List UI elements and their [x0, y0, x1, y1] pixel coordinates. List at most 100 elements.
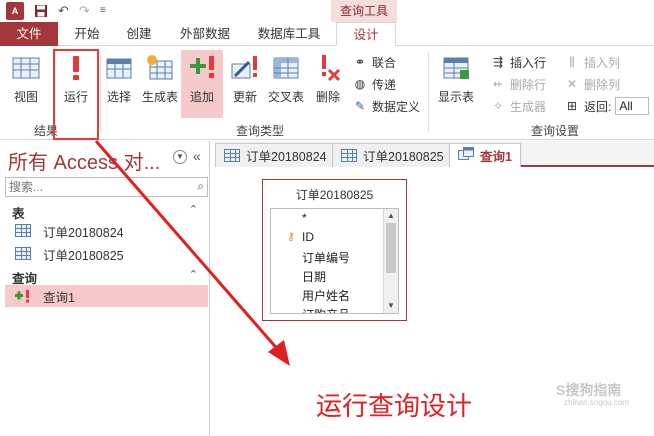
append-button-overlay[interactable]: 追加 [182, 50, 222, 116]
doc-tab-label: 订单20180825 [363, 150, 444, 164]
field-name: ID [302, 230, 314, 244]
delete-columns-icon: ✕ [566, 77, 578, 91]
delete-x-icon [312, 52, 344, 84]
nav-pane-header: 所有 Access 对... ▼ « [0, 141, 210, 175]
field-list-window[interactable]: 订单20180825 * ⚷ ID 订单编号 日期 用户姓名 订购产品 ▲ ▼ [262, 179, 407, 321]
update-pencil-icon [229, 52, 261, 84]
redo-icon[interactable]: ↷ [79, 2, 90, 20]
query-tools-context-label: 查询工具 [331, 0, 397, 22]
collapse-section-icon[interactable]: ⌃ [189, 268, 198, 281]
doc-tab-table[interactable]: 订单20180824 [215, 143, 336, 167]
insert-rows-icon: ⇶ [492, 55, 504, 69]
field-row[interactable]: 用户姓名 [271, 285, 383, 304]
nav-item-query[interactable]: 查询1 [5, 285, 208, 307]
field-row[interactable]: ⚷ ID [271, 228, 383, 247]
insert-columns-label: 插入列 [584, 55, 621, 70]
nav-search-box: ⌕ [5, 177, 208, 197]
append-plus-icon [186, 52, 218, 84]
tab-database-tools[interactable]: 数据库工具 [248, 22, 330, 46]
delete-rows-button[interactable]: ⇷ 删除行 [490, 74, 546, 94]
delete-rows-icon: ⇷ [492, 77, 504, 91]
crosstab-button[interactable]: 交叉表 [266, 50, 306, 116]
return-control: ⊞ 返回: All [564, 96, 650, 116]
collapse-pane-icon[interactable]: « [193, 148, 201, 164]
scroll-down-icon[interactable]: ▼ [386, 301, 396, 310]
tab-home[interactable]: 开始 [62, 22, 112, 46]
tab-design[interactable]: 设计 [336, 22, 396, 46]
sogou-watermark: S搜狗指南 zhinan.sogou.com [556, 380, 654, 410]
tab-file[interactable]: 文件 [0, 22, 58, 46]
doc-tab-label: 订单20180824 [246, 150, 327, 164]
show-table-label: 显示表 [437, 90, 474, 104]
field-list-scrollbar[interactable]: ▲ ▼ [383, 209, 398, 313]
nav-item-table[interactable]: 订单20180824 [5, 220, 208, 242]
return-label: 返回: [584, 99, 612, 114]
doc-tab-table[interactable]: 订单20180825 [332, 143, 453, 167]
nav-section-tables[interactable]: 表 ⌃ [0, 201, 210, 221]
select-query-icon [103, 52, 135, 84]
nav-section-queries[interactable]: 查询 ⌃ [0, 266, 210, 286]
undo-icon[interactable]: ↶ [58, 2, 69, 20]
query-type-group-label: 查询类型 [235, 124, 284, 138]
crosstab-label: 交叉表 [267, 90, 304, 104]
nav-item-label: 订单20180825 [43, 248, 124, 263]
nav-pane-title[interactable]: 所有 Access 对... [8, 146, 160, 175]
scroll-up-icon[interactable]: ▲ [386, 211, 396, 220]
view-label: 视图 [13, 90, 38, 104]
make-table-button[interactable]: 生成表 [140, 50, 180, 116]
union-button[interactable]: ⚭ 联合 [352, 52, 396, 72]
delete-label: 删除 [315, 90, 340, 104]
table-icon [15, 247, 31, 260]
document-tab-strip: 订单20180824 订单20180825 查询1 [215, 141, 654, 167]
ribbon-tab-row: 文件 开始 创建 外部数据 数据库工具 设计 [0, 22, 654, 46]
field-row[interactable]: 日期 [271, 266, 383, 285]
navigation-pane: 所有 Access 对... ▼ « ⌕ 表 ⌃ 订单20180824 订单20… [0, 141, 210, 436]
watermark-main-text: S搜狗指南 [556, 382, 622, 398]
annotation-caption: 运行查询设计 [316, 392, 473, 422]
watermark-sub-text: zhinan.sogou.com [564, 398, 629, 407]
show-table-button[interactable]: 显示表 [436, 50, 476, 116]
field-row[interactable]: 订单编号 [271, 247, 383, 266]
table-icon [224, 149, 240, 162]
data-definition-button[interactable]: ✎ 数据定义 [352, 96, 420, 116]
delete-query-button[interactable]: 删除 [308, 50, 348, 116]
field-name: 订购产品 [302, 306, 350, 313]
return-value-select[interactable]: All [615, 97, 650, 115]
crosstab-icon [270, 52, 302, 84]
customize-qat-icon[interactable]: ≡ [100, 2, 106, 20]
field-list-box: * ⚷ ID 订单编号 日期 用户姓名 订购产品 ▲ ▼ [270, 208, 399, 314]
data-definition-label: 数据定义 [372, 99, 421, 114]
nav-search-input[interactable] [6, 178, 186, 196]
field-name: 订单编号 [302, 251, 351, 265]
field-list-title: 订单20180825 [295, 188, 374, 202]
search-icon[interactable]: ⌕ [197, 179, 204, 194]
field-row[interactable]: * [271, 209, 383, 228]
chevron-down-icon[interactable]: ▼ [173, 150, 187, 164]
access-app-icon[interactable]: A [6, 2, 24, 20]
insert-rows-button[interactable]: ⇶ 插入行 [490, 52, 546, 72]
make-table-icon [144, 52, 176, 84]
delete-columns-button[interactable]: ✕ 删除列 [564, 74, 620, 94]
globe-icon: ◍ [354, 77, 366, 91]
nav-item-label: 订单20180824 [43, 225, 124, 240]
builder-button[interactable]: ✧ 生成器 [490, 96, 546, 116]
tab-external-data[interactable]: 外部数据 [170, 22, 240, 46]
field-row[interactable]: 订购产品 [271, 304, 383, 313]
query-setup-group-label: 查询设置 [530, 124, 579, 138]
title-bar: A ↶ ↷ ≡ 查询工具 [0, 0, 654, 22]
tab-create[interactable]: 创建 [114, 22, 164, 46]
nav-item-table[interactable]: 订单20180825 [5, 243, 208, 265]
field-name: 日期 [302, 270, 327, 284]
collapse-section-icon[interactable]: ⌃ [189, 203, 198, 216]
passthrough-button[interactable]: ◍ 传递 [352, 74, 396, 94]
scroll-thumb[interactable] [386, 223, 396, 273]
view-button[interactable]: 视图 [6, 50, 46, 116]
update-button[interactable]: 更新 [225, 50, 265, 116]
select-label: 选择 [106, 90, 131, 104]
save-icon[interactable] [34, 4, 48, 18]
insert-columns-button[interactable]: ⫼ 插入列 [564, 52, 620, 72]
datasheet-view-icon [10, 52, 42, 84]
select-query-button[interactable]: 选择 [99, 50, 139, 116]
data-definition-icon: ✎ [354, 99, 366, 113]
doc-tab-query[interactable]: 查询1 [449, 143, 521, 167]
